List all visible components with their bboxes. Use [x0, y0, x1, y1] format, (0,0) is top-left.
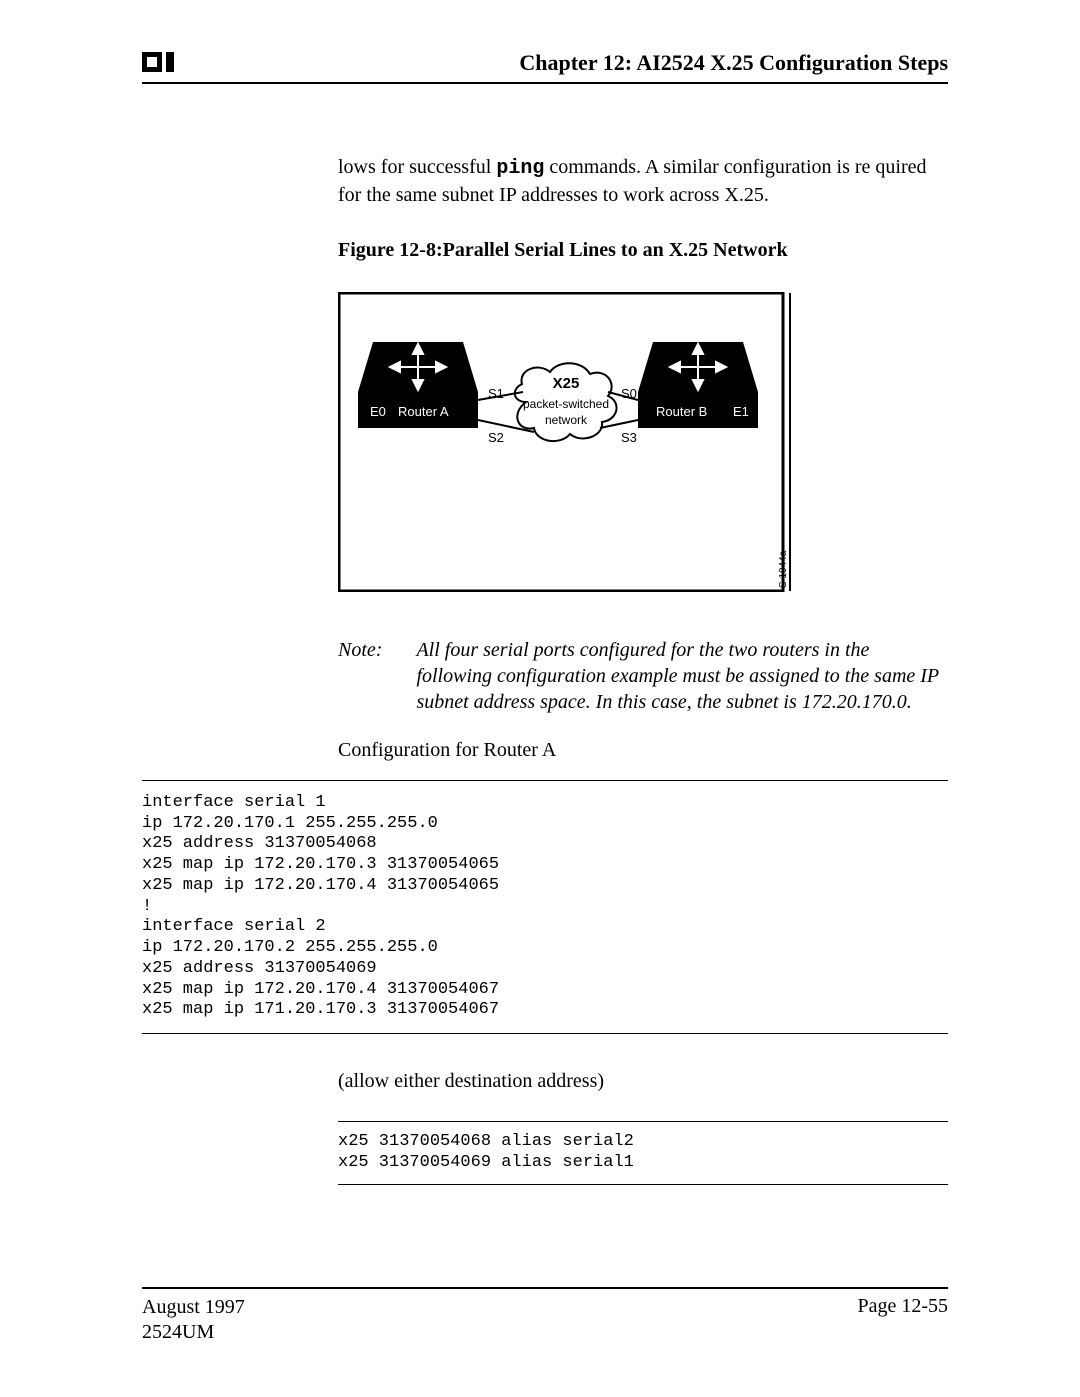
para-prefix: lows for successful: [338, 156, 496, 178]
logo-icon: [142, 48, 178, 76]
cloud-network: network: [545, 413, 588, 427]
note-block: Note: All four serial ports configured f…: [338, 637, 948, 715]
intro-paragraph: lows for successful ping commands. A sim…: [338, 154, 948, 209]
label-e0: E0: [370, 404, 386, 419]
label-s2: S2: [488, 430, 504, 445]
note-text: All four serial ports configured for the…: [416, 637, 948, 715]
page: Chapter 12: AI2524 X.25 Configuration St…: [0, 0, 1080, 1397]
code-block-2-wrap: x25 31370054068 alias serial2 x25 313700…: [338, 1121, 948, 1184]
rule-4: [338, 1184, 948, 1185]
label-e1: E1: [733, 404, 749, 419]
ping-command: ping: [496, 157, 544, 180]
figure-side-label: S 1044a: [778, 550, 789, 588]
code-block-1: interface serial 1 ip 172.20.170.1 255.2…: [142, 793, 948, 1021]
page-header: Chapter 12: AI2524 X.25 Configuration St…: [142, 48, 948, 84]
footer-rule: [142, 1287, 948, 1289]
chapter-title: Chapter 12: AI2524 X.25 Configuration St…: [519, 50, 948, 76]
label-router-a: Router A: [398, 404, 449, 419]
label-s0: S0: [621, 386, 637, 401]
label-s1: S1: [488, 386, 504, 401]
label-router-b: Router B: [656, 404, 707, 419]
note-label: Note:: [338, 637, 382, 715]
footer-date: August 1997: [142, 1295, 245, 1320]
page-footer: August 1997 2524UM Page 12-55: [142, 1287, 948, 1345]
code-block-2: x25 31370054068 alias serial2 x25 313700…: [338, 1122, 948, 1183]
figure-title: Figure 12-8:Parallel Serial Lines to an …: [338, 239, 948, 262]
cloud-x25: X25: [553, 375, 580, 392]
footer-page: Page 12-55: [857, 1295, 948, 1345]
config-heading: Configuration for Router A: [338, 739, 948, 762]
content-area: lows for successful ping commands. A sim…: [142, 154, 948, 1185]
cloud-packet: packet-switched: [523, 397, 609, 411]
label-s3: S3: [621, 430, 637, 445]
rule-2: [142, 1033, 948, 1034]
allow-text: (allow either destination address): [338, 1070, 948, 1093]
figure-12-8: E0 Router A Router B E1: [338, 292, 798, 597]
footer-docid: 2524UM: [142, 1320, 245, 1345]
rule-1: [142, 780, 948, 781]
